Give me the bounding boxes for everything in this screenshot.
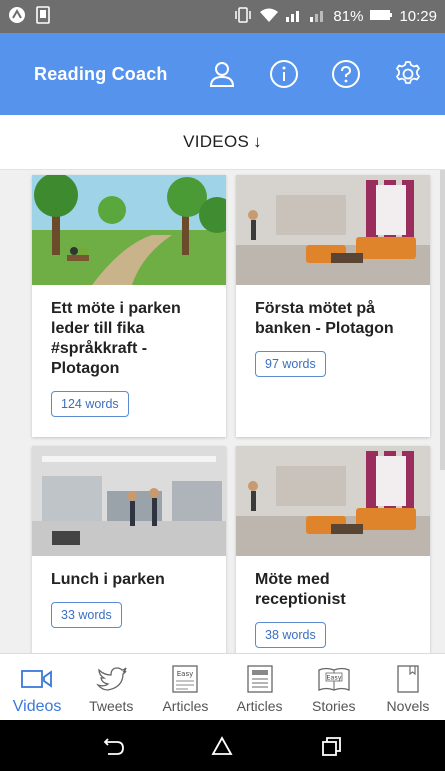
wifi-icon	[259, 7, 279, 27]
video-title: Ett möte i parken leder till fika #språk…	[51, 300, 181, 377]
video-card[interactable]: Ett möte i parken leder till fika #språk…	[32, 175, 226, 437]
video-icon	[21, 670, 52, 688]
help-button[interactable]	[329, 57, 363, 91]
video-card[interactable]: Möte med receptionist 38 words	[236, 446, 430, 653]
office-scene-thumbnail	[32, 446, 226, 556]
word-count-badge: 38 words	[255, 622, 326, 648]
nav-label: Articles	[236, 698, 283, 714]
nav-label: Videos	[12, 698, 62, 715]
recents-icon	[321, 736, 341, 756]
profile-button[interactable]	[205, 57, 239, 91]
nav-articles[interactable]: Articles	[223, 654, 297, 720]
lounge-scene-thumbnail	[236, 175, 430, 285]
system-nav-bar	[0, 720, 445, 771]
svg-text:Easy: Easy	[326, 674, 341, 682]
nav-tweets[interactable]: Tweets	[74, 654, 148, 720]
person-icon	[209, 62, 235, 87]
app-title: Reading Coach	[34, 63, 168, 84]
battery-percent: 81%	[333, 8, 364, 25]
sort-label: VIDEOS	[183, 132, 250, 151]
video-list[interactable]: Ett möte i parken leder till fika #språk…	[0, 170, 445, 653]
easy-article-icon: Easy	[172, 665, 199, 693]
recents-button[interactable]	[311, 726, 351, 766]
book-icon	[397, 665, 419, 693]
back-button[interactable]	[94, 726, 134, 766]
nav-videos[interactable]: Videos	[0, 654, 74, 720]
screen-icon	[36, 5, 50, 28]
nav-easy-articles[interactable]: Easy Articles	[148, 654, 222, 720]
arrow-down-icon: ↓	[253, 132, 262, 151]
lounge-scene-thumbnail	[236, 446, 430, 556]
nav-stories[interactable]: Easy Stories	[297, 654, 371, 720]
bird-icon	[96, 667, 127, 691]
status-bar: 81% 10:29	[0, 0, 445, 33]
nav-novels[interactable]: Novels	[371, 654, 445, 720]
info-button[interactable]	[267, 57, 301, 91]
sort-selector[interactable]: VIDEOS ↓	[0, 115, 445, 170]
home-icon	[211, 735, 234, 755]
clock: 10:29	[399, 8, 437, 25]
svg-text:Easy: Easy	[177, 670, 194, 678]
info-icon	[270, 60, 298, 88]
word-count-badge: 33 words	[51, 602, 122, 628]
word-count-badge: 124 words	[51, 391, 129, 417]
video-title: Lunch i parken	[51, 571, 165, 588]
settings-icon	[396, 61, 420, 84]
park-scene-thumbnail	[32, 175, 226, 285]
scrollbar[interactable]	[440, 170, 445, 470]
video-title: Möte med receptionist	[255, 571, 346, 608]
help-icon	[332, 60, 360, 88]
battery-icon	[369, 8, 393, 26]
settings-button[interactable]	[391, 57, 425, 91]
home-button[interactable]	[202, 726, 242, 766]
nav-label: Stories	[311, 698, 356, 714]
video-card[interactable]: Lunch i parken 33 words	[32, 446, 226, 653]
nav-label: Tweets	[89, 698, 134, 714]
signal-icon-2	[309, 8, 327, 26]
video-title: Första mötet på banken - Plotagon	[255, 300, 394, 337]
nav-label: Novels	[386, 698, 430, 714]
app-bar: Reading Coach	[0, 33, 445, 115]
word-count-badge: 97 words	[255, 351, 326, 377]
video-card[interactable]: Första mötet på banken - Plotagon 97 wor…	[236, 175, 430, 437]
app-notification-icon	[8, 6, 26, 28]
vibrate-icon	[233, 6, 253, 27]
back-icon	[103, 737, 125, 755]
newspaper-icon	[246, 665, 273, 693]
nav-label: Articles	[162, 698, 209, 714]
easy-book-icon: Easy	[318, 667, 350, 691]
signal-icon	[285, 8, 303, 26]
bottom-nav: Videos Tweets Easy Articles Articles Eas…	[0, 653, 445, 720]
